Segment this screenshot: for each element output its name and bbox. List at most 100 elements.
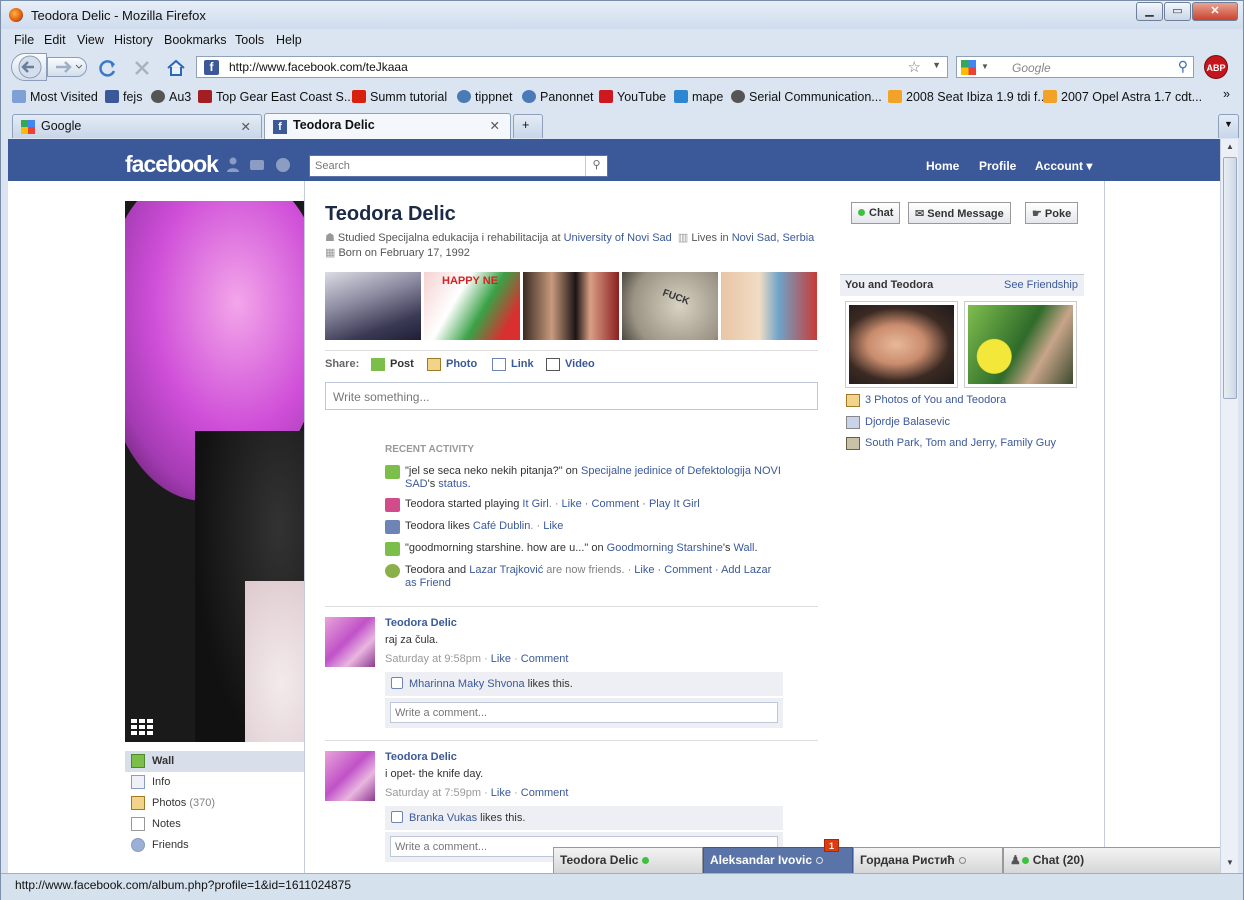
activity-link[interactable]: status — [438, 478, 467, 490]
university-link[interactable]: University of Novi Sad — [564, 232, 672, 244]
fb-logo[interactable]: facebook — [125, 151, 219, 178]
tv-show-link[interactable]: Family Guy — [1000, 437, 1056, 449]
send-message-button[interactable]: ✉ Send Message — [908, 202, 1011, 224]
fb-nav-profile[interactable]: Profile — [979, 159, 1016, 173]
left-nav-friends[interactable]: Friends — [125, 835, 304, 856]
scroll-thumb[interactable] — [1223, 157, 1237, 399]
reload-icon[interactable] — [98, 59, 118, 77]
chat-tab-gordana[interactable]: Гордана Ристић — [853, 847, 1003, 873]
left-nav-photos[interactable]: Photos (370) — [125, 793, 304, 814]
tv-show-link[interactable]: South Park — [865, 437, 919, 449]
adblock-plus-icon[interactable]: ABP — [1204, 55, 1228, 79]
activity-link[interactable]: Café Dublin — [473, 520, 530, 532]
vertical-scrollbar[interactable]: ▲ ▼ — [1220, 139, 1238, 873]
photo-thumb[interactable] — [325, 272, 421, 340]
chat-tab-teodora[interactable]: Teodora Delic — [553, 847, 703, 873]
url-dropdown-icon[interactable]: ▼ — [932, 60, 941, 70]
photo-thumb[interactable] — [523, 272, 619, 340]
bookmark-youtube[interactable]: YouTube — [599, 90, 666, 104]
bookmark-opel-astra[interactable]: 2007 Opel Astra 1.7 cdt... — [1043, 90, 1202, 104]
tab-google[interactable]: Google ✕ — [12, 114, 262, 138]
tv-show-link[interactable]: Tom and Jerry — [925, 437, 994, 449]
tab-teodora-delic[interactable]: f Teodora Delic ✕ — [264, 113, 511, 139]
bookmark-seat-ibiza[interactable]: 2008 Seat Ibiza 1.9 tdi f... — [888, 90, 1048, 104]
bookmark-fejs[interactable]: fejs — [105, 90, 142, 104]
post-author[interactable]: Teodora Delic — [385, 617, 457, 629]
post-author[interactable]: Teodora Delic — [385, 751, 457, 763]
activity-actions[interactable]: Like · Comment · Play It Girl — [562, 498, 700, 510]
city-link[interactable]: Novi Sad, Serbia — [732, 232, 815, 244]
menu-history[interactable]: History — [114, 33, 153, 47]
home-icon[interactable] — [166, 58, 186, 77]
bookmark-tippnet[interactable]: tippnet — [457, 90, 513, 104]
fb-search-input[interactable]: Search ⚲ — [309, 155, 608, 177]
bookmark-most-visited[interactable]: Most Visited — [12, 90, 98, 104]
photo-thumb[interactable]: HAPPY NE — [424, 272, 520, 340]
comment-input[interactable]: Write a comment... — [390, 702, 778, 723]
fb-nav-home[interactable]: Home — [926, 159, 959, 173]
left-nav-notes[interactable]: Notes — [125, 814, 304, 835]
menu-help[interactable]: Help — [276, 33, 302, 47]
maximize-button[interactable]: ▭ — [1164, 2, 1191, 21]
poke-button[interactable]: ☛ Poke — [1025, 202, 1079, 224]
write-something-input[interactable]: Write something... — [325, 382, 818, 410]
liker-link[interactable]: Branka Vukas — [409, 812, 477, 824]
stop-icon[interactable] — [133, 59, 151, 77]
engine-dropdown-icon[interactable]: ▼ — [981, 62, 989, 71]
post-time[interactable]: Saturday at 9:58pm — [385, 653, 481, 665]
left-nav-wall[interactable]: Wall — [125, 751, 304, 772]
url-bar[interactable]: f http://www.facebook.com/teJkaaa ☆ ▼ — [196, 56, 948, 78]
activity-link[interactable]: Lazar Trajković — [469, 564, 543, 576]
share-link[interactable]: Link — [492, 358, 534, 372]
scroll-up-icon[interactable]: ▲ — [1222, 139, 1238, 155]
left-nav-info[interactable]: Info — [125, 772, 304, 793]
profile-picture[interactable] — [125, 201, 304, 742]
post-avatar[interactable] — [325, 617, 375, 667]
menu-view[interactable]: View — [77, 33, 104, 47]
activity-actions[interactable]: Like — [543, 520, 563, 532]
new-tab-button[interactable]: + — [513, 114, 543, 138]
see-friendship-link[interactable]: See Friendship — [1004, 279, 1078, 291]
chat-main-button[interactable]: ♟ Chat (20) — [1003, 847, 1220, 873]
activity-link[interactable]: Wall — [734, 542, 755, 554]
share-post[interactable]: Post — [371, 358, 414, 372]
photo-thumb[interactable]: FUCK — [622, 272, 718, 340]
fb-nav-account[interactable]: Account ▾ — [1035, 159, 1092, 173]
bookmark-star-icon[interactable]: ☆ — [908, 58, 921, 76]
scroll-down-icon[interactable]: ▼ — [1222, 855, 1238, 871]
shared-music-link[interactable]: Djordje Balasevic — [846, 416, 950, 429]
comment-link[interactable]: Comment — [521, 653, 569, 665]
fb-search-icon[interactable]: ⚲ — [585, 156, 607, 176]
chat-button[interactable]: Chat — [851, 202, 901, 224]
bookmark-au3[interactable]: Au3 — [151, 90, 191, 104]
shared-photos-link[interactable]: 3 Photos of You and Teodora — [846, 394, 1006, 407]
close-tab-icon[interactable]: ✕ — [490, 118, 500, 133]
shared-photo-thumb[interactable] — [964, 301, 1077, 388]
close-tab-icon[interactable]: ✕ — [241, 119, 251, 134]
minimize-button[interactable]: ▁ — [1136, 2, 1163, 21]
bookmark-serial[interactable]: Serial Communication... — [731, 90, 882, 104]
activity-link[interactable]: It Girl — [522, 498, 548, 510]
search-bar[interactable]: ▼ Google ⚲ — [956, 56, 1194, 78]
album-grid-icon[interactable] — [131, 719, 153, 735]
back-button[interactable] — [11, 53, 47, 81]
activity-link[interactable]: Goodmorning Starshine — [607, 542, 723, 554]
bookmark-mape[interactable]: mape — [674, 90, 723, 104]
menu-file[interactable]: File — [14, 33, 34, 47]
bookmark-summ-tutorial[interactable]: Summ tutorial — [352, 90, 447, 104]
chat-tab-aleksandar[interactable]: Aleksandar Ivovic 1 — [703, 839, 853, 873]
forward-button[interactable] — [47, 57, 87, 77]
menu-bookmarks[interactable]: Bookmarks — [164, 33, 227, 47]
tab-list-icon[interactable]: ▼ — [1218, 114, 1239, 138]
post-time[interactable]: Saturday at 7:59pm — [385, 787, 481, 799]
close-window-button[interactable]: ✕ — [1192, 2, 1238, 21]
bookmark-panonnet[interactable]: Panonnet — [522, 90, 594, 104]
like-link[interactable]: Like — [491, 787, 511, 799]
comment-link[interactable]: Comment — [521, 787, 569, 799]
menu-edit[interactable]: Edit — [44, 33, 66, 47]
shared-photo-thumb[interactable] — [845, 301, 958, 388]
share-photo[interactable]: Photo — [427, 358, 477, 372]
post-avatar[interactable] — [325, 751, 375, 801]
menu-tools[interactable]: Tools — [235, 33, 264, 47]
search-magnifier-icon[interactable]: ⚲ — [1178, 58, 1188, 75]
